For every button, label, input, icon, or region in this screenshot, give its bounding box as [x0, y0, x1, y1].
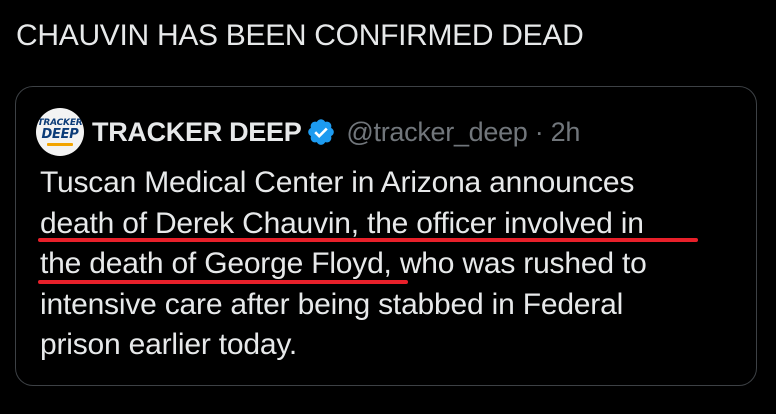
avatar-logo-line-2: DEEP — [41, 126, 79, 142]
avatar[interactable]: TRACKER DEEP — [36, 108, 84, 156]
quoted-post-line: intensive care after being stabbed in Fe… — [40, 287, 624, 321]
highlight-underline — [38, 238, 698, 242]
quoted-post-line: the death of George Floyd, who was rushe… — [40, 247, 647, 280]
quoted-post-line: Tuscan Medical Center in Arizona announc… — [40, 166, 635, 199]
quoted-post-card[interactable]: TRACKER DEEP TRACKER DEEP @tracker_deep … — [15, 86, 757, 386]
display-name[interactable]: TRACKER DEEP — [92, 117, 302, 148]
handle-and-timestamp[interactable]: @tracker_deep · 2h — [346, 117, 580, 148]
avatar-logo-stripe — [47, 142, 73, 146]
highlight-underline — [38, 280, 408, 284]
post-text: CHAUVIN HAS BEEN CONFIRMED DEAD — [16, 19, 584, 52]
quoted-post-header: TRACKER DEEP TRACKER DEEP @tracker_deep … — [36, 108, 580, 156]
verified-badge-icon — [308, 119, 335, 145]
quoted-post-line: prison earlier today. — [40, 328, 298, 361]
quoted-post-text: Tuscan Medical Center in Arizona announc… — [40, 163, 740, 366]
